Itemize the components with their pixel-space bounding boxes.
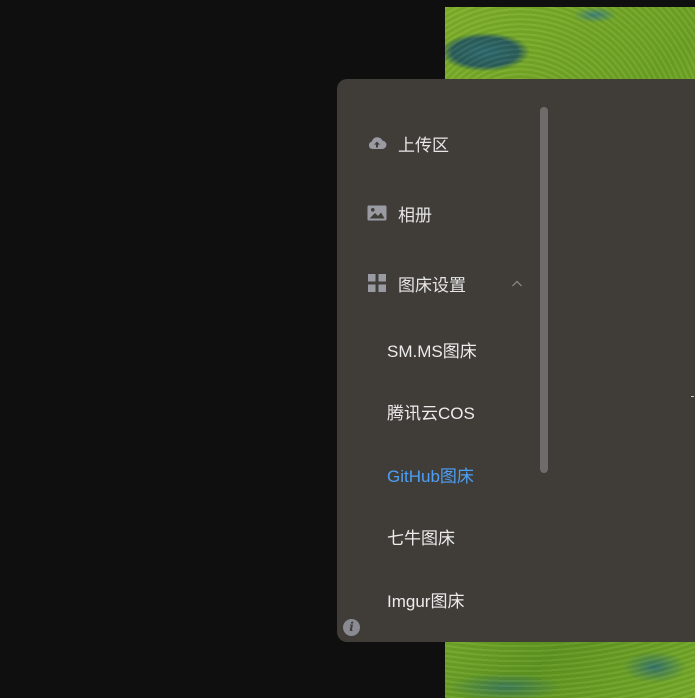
submenu-item-label: GitHub图床 — [387, 466, 474, 486]
sidebar-item-image-host-settings[interactable]: 图床设置 — [337, 263, 537, 303]
image-icon — [367, 203, 387, 223]
submenu-item-imgur[interactable]: Imgur图床 — [337, 579, 537, 619]
sidebar-item-label: 图床设置 — [398, 275, 466, 295]
sidebar-item-upload[interactable]: 上传区 — [337, 123, 537, 163]
sidebar-item-label: 上传区 — [398, 135, 449, 155]
submenu-item-qiniu[interactable]: 七牛图床 — [337, 516, 537, 556]
cloud-upload-icon — [367, 133, 387, 153]
submenu-item-smms[interactable]: SM.MS图床 — [337, 329, 537, 369]
submenu-item-github[interactable]: GitHub图床 — [337, 454, 537, 494]
submenu-item-label: 七牛图床 — [387, 528, 455, 548]
sidebar-item-album[interactable]: 相册 — [337, 193, 537, 233]
sidebar-item-label: 相册 — [398, 205, 432, 225]
chevron-up-icon[interactable] — [511, 277, 523, 289]
submenu-item-label: SM.MS图床 — [387, 341, 477, 361]
info-icon[interactable]: i — [343, 619, 360, 636]
content-edge-mark — [691, 396, 694, 397]
sidebar-scrollbar[interactable] — [540, 107, 548, 473]
desktop: 上传区 相册 图床设置 SM.MS图床 腾讯云COS GitHub图床 七牛图床… — [0, 0, 695, 698]
app-window: 上传区 相册 图床设置 SM.MS图床 腾讯云COS GitHub图床 七牛图床… — [337, 79, 695, 642]
submenu-item-tencent-cos[interactable]: 腾讯云COS — [337, 391, 537, 431]
submenu-item-label: 腾讯云COS — [387, 403, 475, 423]
grid-icon — [367, 273, 387, 293]
submenu-item-label: Imgur图床 — [387, 591, 465, 611]
